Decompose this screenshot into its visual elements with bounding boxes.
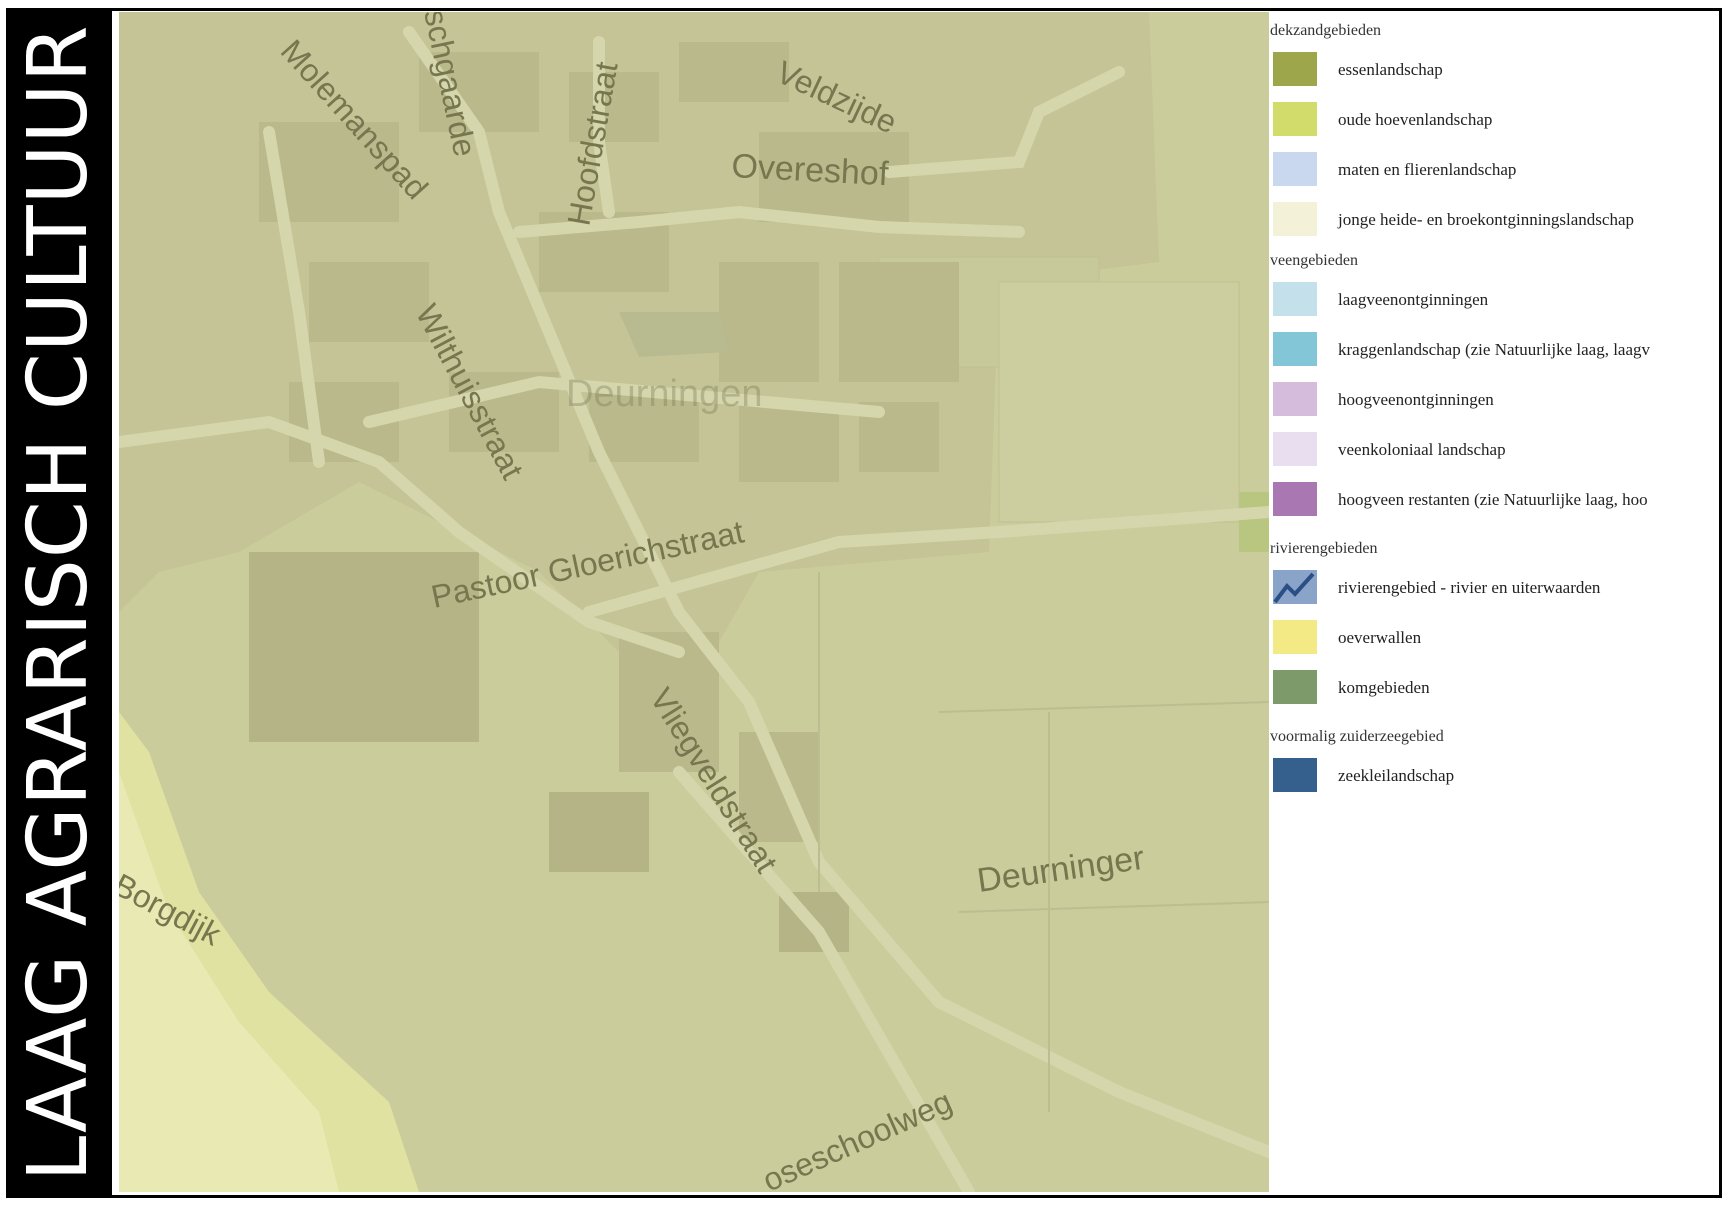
legend-item: kraggenlandschap (zie Natuurlijke laag, …: [1270, 332, 1695, 368]
legend-swatch: [1273, 570, 1317, 604]
legend-group-veengebieden: veengebieden: [1270, 252, 1358, 269]
legend-swatch: [1273, 758, 1317, 792]
legend-group-rivierengebieden: rivierengebieden: [1270, 540, 1378, 557]
legend-swatch: [1273, 152, 1317, 186]
legend-label: rivierengebied - rivier en uiterwaarden: [1338, 578, 1601, 597]
legend-label: veenkoloniaal landschap: [1338, 440, 1506, 459]
legend-item: oeverwallen: [1270, 620, 1695, 656]
legend-swatch: [1273, 670, 1317, 704]
legend-item: maten en flierenlandschap: [1270, 152, 1695, 188]
legend-swatch: [1273, 52, 1317, 86]
legend-swatch: [1273, 382, 1317, 416]
legend-group-zuiderzeegebied: voormalig zuiderzeegebied: [1270, 728, 1444, 745]
map-view[interactable]: Molemanspad schgaarde Hoofdstraat Veldzi…: [119, 12, 1269, 1192]
legend-label: hoogveenontginningen: [1338, 390, 1494, 409]
label-deurningen: Deurningen: [566, 373, 762, 415]
legend-label: oeverwallen: [1338, 628, 1422, 647]
legend-label: laagveenontginningen: [1338, 290, 1489, 309]
river-line-icon: [1273, 572, 1315, 604]
legend-swatch: [1273, 102, 1317, 136]
legend-label: komgebieden: [1338, 678, 1430, 697]
legend-item: jonge heide- en broekontginningslandscha…: [1270, 202, 1695, 238]
layer-title: LAAG AGRARISCH CULTUUR: [11, 24, 106, 1182]
legend-label: jonge heide- en broekontginningslandscha…: [1338, 210, 1635, 229]
legend-item: hoogveen restanten (zie Natuurlijke laag…: [1270, 482, 1695, 518]
legend-item: laagveenontginningen: [1270, 282, 1695, 318]
legend-item: rivierengebied - rivier en uiterwaarden: [1270, 570, 1695, 606]
field: [998, 281, 1240, 523]
large-building: [549, 792, 649, 872]
legend-swatch: [1273, 482, 1317, 516]
legend-label: maten en flierenlandschap: [1338, 160, 1517, 179]
legend-label: oude hoevenlandschap: [1338, 110, 1493, 129]
legend-item: oude hoevenlandschap: [1270, 102, 1695, 138]
legend-item: komgebieden: [1270, 670, 1695, 706]
legend-swatch: [1273, 282, 1317, 316]
legend-label: hoogveen restanten (zie Natuurlijke laag…: [1338, 490, 1648, 509]
legend: dekzandgebieden essenlandschap oude hoev…: [1270, 14, 1695, 804]
green-strip: [1239, 492, 1269, 552]
legend-item: essenlandschap: [1270, 52, 1695, 88]
legend-swatch: [1273, 332, 1317, 366]
legend-swatch: [1273, 432, 1317, 466]
legend-swatch: [1273, 620, 1317, 654]
legend-item: hoogveenontginningen: [1270, 382, 1695, 418]
legend-swatch: [1273, 202, 1317, 236]
legend-item: veenkoloniaal landschap: [1270, 432, 1695, 468]
legend-label: zeekleilandschap: [1338, 766, 1455, 785]
legend-item: zeekleilandschap: [1270, 758, 1695, 794]
legend-label: essenlandschap: [1338, 60, 1443, 79]
legend-label: kraggenlandschap (zie Natuurlijke laag, …: [1338, 340, 1651, 359]
legend-group-dekzandgebieden: dekzandgebieden: [1270, 22, 1382, 39]
map-canvas[interactable]: Molemanspad schgaarde Hoofdstraat Veldzi…: [119, 12, 1269, 1192]
